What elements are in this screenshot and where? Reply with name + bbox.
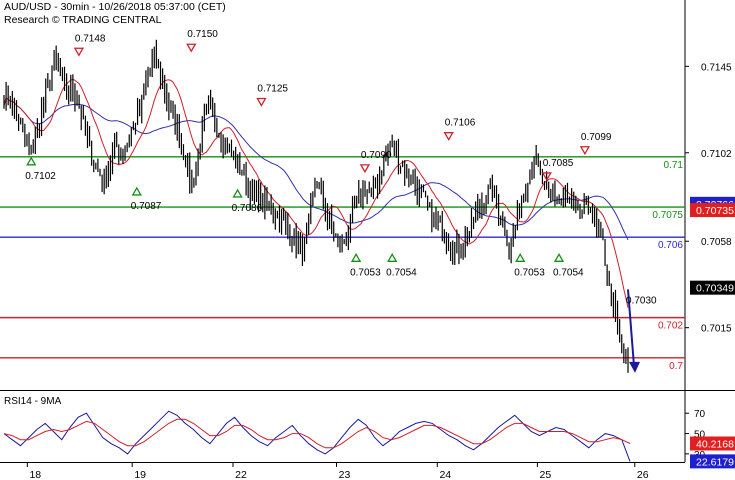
high-marker-label-4: 0.7106 [445,118,476,129]
time-tick-label-1: 19 [134,469,146,480]
price-badge-label-2: 0.70349 [696,283,734,295]
price-badge-label-1: 0.70735 [696,205,734,217]
rsi-title: RSI14 - 9MA [4,396,62,407]
high-marker-icon-0 [73,47,85,57]
time-tick-label-4: 24 [439,469,451,480]
high-marker-icon-1 [186,43,197,53]
high-marker-label-0: 0.7148 [75,33,106,44]
low-marker-icon-9 [232,188,243,198]
high-marker-label-1: 0.7150 [187,29,218,40]
rsi-badge-label-1: 22.6179 [696,456,734,468]
price-tick-label-0: 0.7145 [701,62,732,73]
low-marker-icon-13 [553,252,565,262]
level-label-2: 0.706 [658,240,683,251]
high-marker-label-3: 0.7090 [361,150,392,161]
low-marker-icon-11 [387,252,398,262]
level-label-4: 0.7 [669,361,683,372]
price-tick-label-1: 0.7102 [701,149,732,160]
time-tick-label-0: 18 [29,469,41,480]
high-marker-icon-4 [443,132,454,142]
low-marker-label-10: 0.7053 [350,267,381,278]
time-tick-label-6: 26 [637,469,649,480]
low-marker-label-8: 0.7087 [131,201,162,212]
level-label-3: 0.702 [658,321,683,332]
level-label-0: 0.71 [664,160,684,171]
low-marker-icon-7 [26,156,37,166]
price-tick-label-3: 0.7015 [701,324,732,335]
time-tick-label-2: 22 [235,469,247,480]
low-marker-icon-12 [515,252,526,262]
low-marker-icon-8 [131,186,142,196]
low-marker-icon-10 [350,252,362,262]
high-marker-icon-6 [579,146,591,156]
price-tick-label-2: 0.7058 [701,237,732,248]
low-marker-label-13: 0.7054 [553,267,584,278]
low-marker-label-9: 0.7086 [232,203,263,214]
time-tick-label-3: 23 [339,469,351,480]
high-marker-label-5: 0.7085 [543,158,574,169]
price-chart-svg: 0.7145 0.7102 0.7058 0.7015 0.71 0.7075 0.706 0… [0,0,735,480]
high-marker-icon-2 [256,97,267,107]
high-marker-icon-3 [359,164,371,174]
chart-stage: AUD/USD - 30min - 10/26/2018 05:37:00 (C… [0,0,735,480]
high-marker-label-2: 0.7125 [257,84,288,95]
high-marker-label-6: 0.7099 [581,132,612,143]
low-marker-label-7: 0.7102 [25,171,56,182]
low-marker-label-11: 0.7054 [386,267,417,278]
rsi-tick-label-0: 70 [694,409,706,420]
low-marker-label-12: 0.7053 [514,267,545,278]
rsi-badge-label-0: 40.2168 [696,438,734,450]
time-tick-label-5: 25 [540,469,552,480]
target-value-label: 0.7030 [626,296,657,307]
level-label-1: 0.7075 [652,210,683,221]
target-arrow-head [629,361,640,373]
rsi-line [3,410,631,462]
